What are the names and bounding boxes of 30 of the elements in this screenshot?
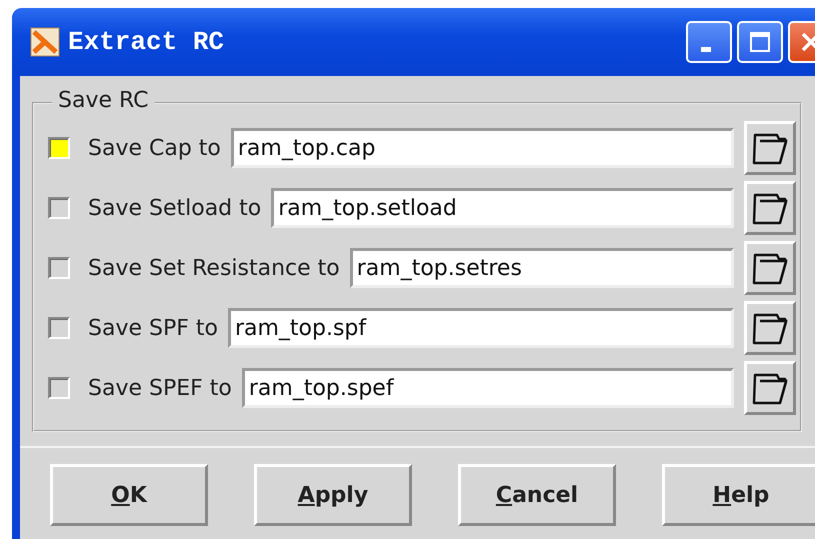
window-title: Extract RC bbox=[68, 27, 224, 57]
row-label: Save Setload to bbox=[88, 196, 262, 220]
dialog-button[interactable]: Cancel bbox=[458, 464, 616, 526]
minimize-button[interactable] bbox=[686, 21, 732, 63]
file-field[interactable]: ram_top.spef bbox=[242, 368, 734, 408]
row-label: Save SPF to bbox=[88, 316, 218, 340]
checkbox[interactable] bbox=[48, 317, 70, 339]
dialog-button[interactable]: Help bbox=[662, 464, 815, 526]
row-label: Save Set Resistance to bbox=[88, 256, 340, 280]
maximize-icon bbox=[748, 30, 772, 54]
row-label: Save SPEF to bbox=[88, 376, 232, 400]
maximize-button[interactable] bbox=[737, 21, 783, 63]
checkbox[interactable] bbox=[48, 137, 70, 159]
checkbox[interactable] bbox=[48, 197, 70, 219]
minimize-icon bbox=[701, 46, 711, 52]
browse-button[interactable] bbox=[744, 301, 796, 355]
checkbox[interactable] bbox=[48, 257, 70, 279]
browse-button[interactable] bbox=[744, 361, 796, 415]
file-field[interactable]: ram_top.setload bbox=[271, 188, 734, 228]
browse-button[interactable] bbox=[744, 241, 796, 295]
file-field[interactable]: ram_top.spf bbox=[228, 308, 734, 348]
browse-button[interactable] bbox=[744, 181, 796, 235]
browse-button[interactable] bbox=[744, 121, 796, 175]
dialog-button[interactable]: OK bbox=[50, 464, 208, 526]
dialog-button[interactable]: Apply bbox=[254, 464, 412, 526]
file-field[interactable]: ram_top.setres bbox=[350, 248, 734, 288]
app-icon bbox=[30, 27, 60, 57]
row-label: Save Cap to bbox=[88, 136, 221, 160]
checkbox[interactable] bbox=[48, 377, 70, 399]
file-field[interactable]: ram_top.cap bbox=[230, 128, 734, 168]
